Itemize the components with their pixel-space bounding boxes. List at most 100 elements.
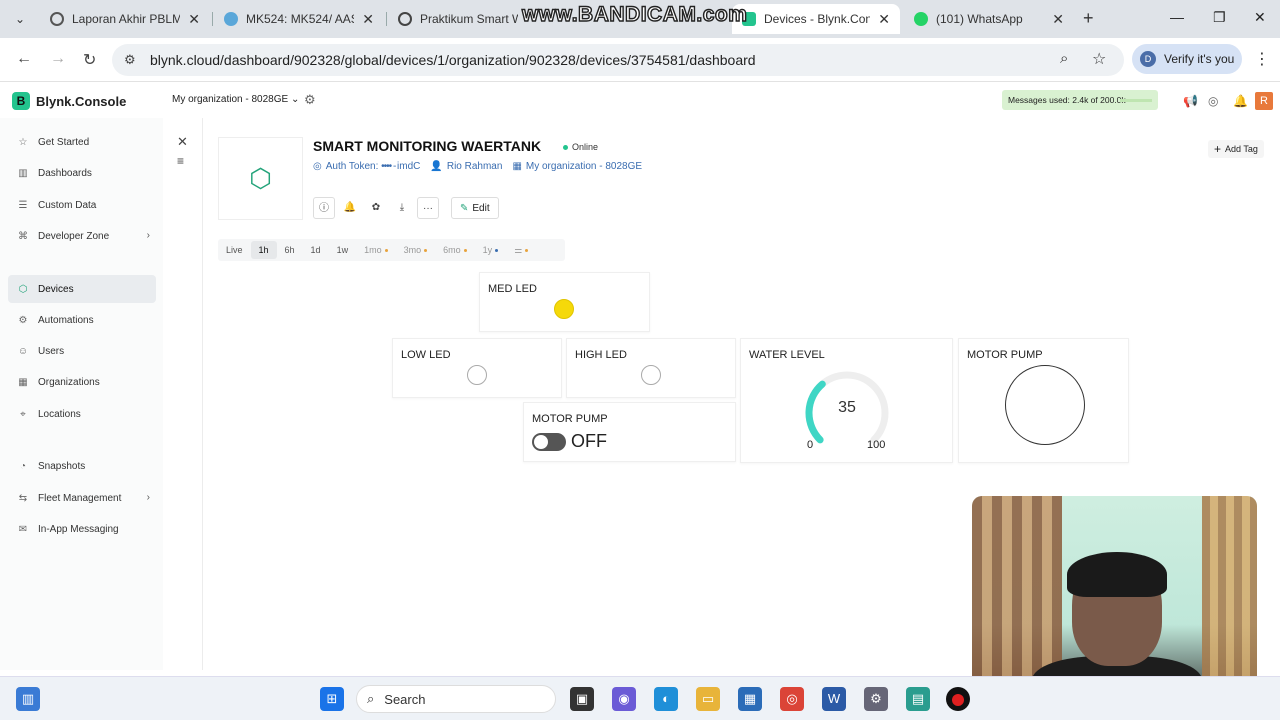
range-1mo[interactable]: 1mo: [356, 245, 396, 255]
snapshot-icon: ◔: [19, 460, 27, 472]
add-tag-button[interactable]: + Add Tag: [1208, 140, 1264, 158]
chatgpt-icon: [398, 12, 412, 26]
close-icon[interactable]: ✕: [188, 11, 200, 28]
forward-arrow-icon[interactable]: →: [50, 50, 66, 68]
taskbar-search[interactable]: ⌕ Search: [356, 685, 556, 713]
help-icon[interactable]: ◎: [1208, 94, 1218, 108]
browser-tab-laporan[interactable]: Laporan Akhir PBLMK ✕: [40, 4, 210, 34]
sidebar-item-label: Automations: [38, 314, 94, 326]
sidebar-item-devices[interactable]: ⬡ Devices: [8, 275, 156, 303]
close-icon[interactable]: ✕: [1052, 11, 1064, 28]
sidebar-item-get-started[interactable]: ☆ Get Started: [8, 128, 156, 156]
menu-icon[interactable]: ≡: [177, 154, 184, 168]
close-icon[interactable]: ✕: [878, 11, 890, 28]
browser-tab-praktikum[interactable]: Praktikum Smart Wat: [388, 4, 528, 34]
automation-icon[interactable]: ✿: [365, 197, 387, 219]
custom-range-icon[interactable]: ⚌: [506, 245, 536, 256]
site-settings-icon[interactable]: ⚙: [124, 52, 136, 68]
sidebar-item-users[interactable]: ☺ Users: [8, 337, 156, 365]
browser-tab-bar: ⌄ Laporan Akhir PBLMK ✕ MK524: MK524/ AA…: [0, 0, 1280, 38]
word-icon[interactable]: W: [822, 687, 846, 711]
edit-button[interactable]: ✎ Edit: [451, 197, 499, 219]
blynk-logo[interactable]: B Blynk.Console: [12, 92, 126, 110]
profile-verify-button[interactable]: D Verify it's you: [1132, 44, 1242, 74]
widgets-icon[interactable]: ▥: [16, 687, 40, 711]
browser-menu-icon[interactable]: ⋮: [1254, 49, 1270, 69]
star-icon: ☆: [18, 136, 28, 148]
range-3mo[interactable]: 3mo: [396, 245, 436, 255]
range-live[interactable]: Live: [218, 245, 251, 255]
record-icon[interactable]: [946, 687, 970, 711]
close-icon[interactable]: ✕: [177, 134, 188, 150]
teams-icon[interactable]: ◉: [612, 687, 636, 711]
reload-icon[interactable]: ↻: [83, 50, 96, 70]
megaphone-icon[interactable]: 📢: [1183, 94, 1198, 108]
range-1w[interactable]: 1w: [329, 245, 357, 255]
range-6mo[interactable]: 6mo: [435, 245, 475, 255]
sidebar-item-automations[interactable]: ⚙ Automations: [8, 306, 156, 334]
url-field[interactable]: ⚙ blynk.cloud/dashboard/902328/global/de…: [112, 44, 1124, 76]
fleet-icon: ⇆: [18, 492, 28, 504]
globe-icon: [50, 12, 64, 26]
auth-token[interactable]: ◎ Auth Token: •••• - imdC: [313, 161, 420, 172]
widget-title: LOW LED: [401, 349, 451, 361]
motor-pump-toggle[interactable]: [532, 433, 566, 451]
sidebar-item-fleet-management[interactable]: ⇆ Fleet Management ›: [8, 484, 156, 512]
organization-link: My organization - 8028GE: [525, 161, 643, 172]
notepad-icon[interactable]: ▤: [906, 687, 930, 711]
device-list-collapsed: ✕ ≡: [163, 118, 203, 670]
browser-tab-whatsapp[interactable]: (101) WhatsApp ✕: [904, 4, 1074, 34]
tab-title: Praktikum Smart Wat: [420, 12, 518, 26]
folder-icon[interactable]: ▭: [696, 687, 720, 711]
recorder-watermark: www.BANDICAM.com: [521, 2, 748, 26]
site-icon: [224, 12, 238, 26]
device-owner[interactable]: 👤 Rio Rahman: [430, 161, 502, 172]
range-6h[interactable]: 6h: [277, 245, 303, 255]
auth-token-value: imdC: [397, 161, 421, 172]
logo-badge: B: [12, 92, 30, 110]
settings-icon[interactable]: ⚙: [864, 687, 888, 711]
device-image[interactable]: ⬡: [218, 137, 303, 220]
info-icon[interactable]: ⓘ: [313, 197, 335, 219]
range-1y[interactable]: 1y: [475, 245, 507, 255]
cube-icon: ⬡: [249, 163, 272, 193]
back-arrow-icon[interactable]: ←: [16, 50, 32, 68]
user-icon: 👤: [430, 161, 443, 172]
browser-tab-mk524[interactable]: MK524: MK524/ AAS ✕: [214, 4, 384, 34]
tab-list-button[interactable]: ⌄: [8, 8, 32, 30]
chrome-icon[interactable]: ◎: [780, 687, 804, 711]
more-icon[interactable]: ···: [417, 197, 439, 219]
sidebar-item-snapshots[interactable]: ◔ Snapshots: [8, 452, 156, 480]
toggle-knob: [534, 435, 548, 449]
sidebar-item-in-app-messaging[interactable]: ✉ In-App Messaging: [8, 515, 156, 543]
close-icon[interactable]: ✕: [362, 11, 374, 28]
avatar[interactable]: R: [1255, 92, 1273, 110]
restore-button[interactable]: ❐: [1213, 9, 1226, 26]
automation-icon: ⚙: [18, 314, 28, 326]
bell-icon[interactable]: 🔔: [339, 197, 361, 219]
start-icon[interactable]: ⊞: [320, 687, 344, 711]
org-settings-icon[interactable]: ⚙: [304, 92, 316, 108]
browser-tab-devices[interactable]: Devices - Blynk.Conso ✕: [732, 4, 900, 34]
messages-progress: [1120, 99, 1152, 102]
sidebar-item-locations[interactable]: ⌖ Locations: [8, 400, 156, 428]
bookmark-star-icon[interactable]: ☆: [1092, 49, 1106, 69]
minimize-button[interactable]: —: [1170, 9, 1184, 25]
range-1d[interactable]: 1d: [303, 245, 329, 255]
person-hair: [1067, 552, 1167, 597]
device-organization[interactable]: ▦ My organization - 8028GE: [512, 161, 642, 172]
sidebar-item-custom-data[interactable]: ☰ Custom Data: [8, 191, 156, 219]
new-tab-button[interactable]: +: [1083, 8, 1094, 29]
store-icon[interactable]: ▦: [738, 687, 762, 711]
sidebar-item-dashboards[interactable]: ▥ Dashboards: [8, 159, 156, 187]
sidebar-item-developer-zone[interactable]: ⌘ Developer Zone ›: [8, 222, 156, 250]
task-view-icon[interactable]: ▣: [570, 687, 594, 711]
sidebar-item-organizations[interactable]: ▦ Organizations: [8, 368, 156, 396]
bell-icon[interactable]: 🔔: [1233, 94, 1248, 108]
edge-icon[interactable]: ◐: [654, 687, 678, 711]
zoom-icon[interactable]: ⌕: [1060, 50, 1068, 67]
download-icon[interactable]: ⤓: [391, 197, 413, 219]
organization-selector[interactable]: My organization - 8028GE ⌄: [172, 94, 299, 105]
window-close-button[interactable]: ✕: [1254, 9, 1266, 26]
range-1h[interactable]: 1h: [250, 241, 277, 259]
